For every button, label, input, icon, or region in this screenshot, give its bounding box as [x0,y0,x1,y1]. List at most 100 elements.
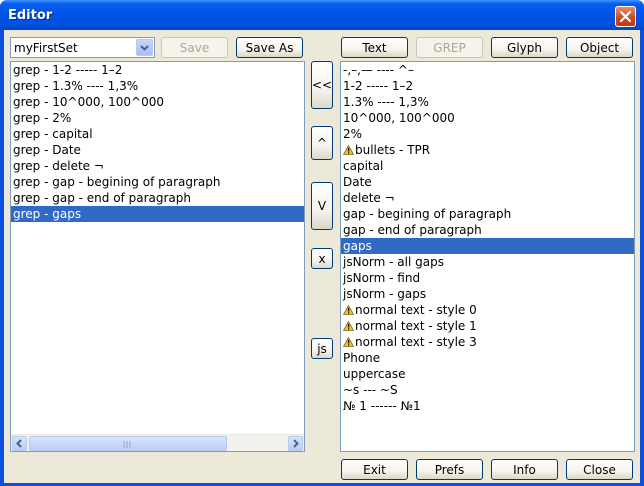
list-item-label: grep - 1-2 ----- 1–2 [13,63,123,77]
list-item-label: 10^000, 100^000 [343,111,455,125]
list-item[interactable]: grep - 10^000, 100^000 [11,94,304,110]
list-item[interactable]: grep - gap - end of paragraph [11,190,304,206]
warning-icon [343,305,354,315]
move-to-set-button[interactable]: << [311,61,333,109]
exit-button[interactable]: Exit [341,459,408,480]
list-item-label: grep - gap - begining of paragraph [13,175,221,189]
list-item-label: delete ¬ [343,191,395,205]
list-item[interactable]: normal text - style 3 [341,334,634,350]
list-item[interactable]: grep - gap - begining of paragraph [11,174,304,190]
list-item[interactable]: normal text - style 1 [341,318,634,334]
list-item[interactable]: jsNorm - gaps [341,286,634,302]
remove-button[interactable]: x [311,248,333,269]
list-item[interactable]: Date [341,174,634,190]
list-item[interactable]: normal text - style 0 [341,302,634,318]
grep-button[interactable]: GREP [416,37,483,58]
list-item[interactable]: gaps [341,238,634,254]
info-button[interactable]: Info [491,459,558,480]
horizontal-scrollbar[interactable] [11,434,304,451]
list-item[interactable]: grep - delete ¬ [11,158,304,174]
list-item[interactable]: grep - 1-2 ----- 1–2 [11,62,304,78]
list-item[interactable]: 1-2 ----- 1–2 [341,78,634,94]
warning-icon [343,321,354,331]
close-button[interactable]: Close [566,459,633,480]
set-queries-list[interactable]: grep - 1-2 ----- 1–2 grep - 1.3% ---- 1,3… [10,61,305,452]
list-item-label: normal text - style 1 [355,319,477,333]
list-item[interactable]: 10^000, 100^000 [341,110,634,126]
list-item[interactable]: capital [341,158,634,174]
warning-icon [343,145,354,155]
list-item-label: jsNorm - gaps [343,287,427,301]
arrow-left-icon [16,439,22,448]
list-item[interactable]: Phone [341,350,634,366]
glyph-button[interactable]: Glyph [491,37,558,58]
list-item[interactable]: grep - gaps [11,206,304,222]
list-item-label: grep - gap - end of paragraph [13,191,191,205]
list-item[interactable]: 1.3% ---- 1,3% [341,94,634,110]
editor-window: Editor myFirstSet Save Save As Text GREP… [0,0,644,486]
available-queries-list[interactable]: -,–,— ---- ^– 1-2 ----- 1–2 1.3% ---- 1,3%… [340,61,635,452]
list-item-label: Phone [343,351,381,365]
list-item[interactable]: jsNorm - all gaps [341,254,634,270]
close-icon [619,10,632,23]
set-select-dropdown-button[interactable] [136,39,153,56]
list-item-label: 1-2 ----- 1–2 [343,79,414,93]
list-item-label: grep - capital [13,127,93,141]
list-item-label: grep - 1.3% ---- 1,3% [13,79,139,93]
window-title: Editor [8,8,53,23]
list-item[interactable]: ~s --- ~S [341,382,634,398]
set-select[interactable]: myFirstSet [10,37,155,58]
window-close-button[interactable] [615,6,636,27]
grip-icon [123,441,131,448]
list-item[interactable]: -,–,— ---- ^– [341,62,634,78]
move-up-button[interactable]: ^ [311,126,333,160]
list-item[interactable]: grep - Date [11,142,304,158]
list-item[interactable]: grep - capital [11,126,304,142]
scroll-left-button[interactable] [12,436,27,451]
list-item-label: capital [343,159,384,173]
list-item-label: jsNorm - all gaps [343,255,444,269]
list-item-label: gaps [343,239,372,253]
list-item-label: jsNorm - find [343,271,421,285]
save-button[interactable]: Save [161,37,228,58]
list-item[interactable]: grep - 2% [11,110,304,126]
prefs-button[interactable]: Prefs [416,459,483,480]
set-select-value: myFirstSet [14,41,78,55]
list-item-label: № 1 ------ №1 [343,399,421,413]
chevron-down-icon [140,45,149,51]
list-item[interactable]: jsNorm - find [341,270,634,286]
list-item[interactable]: grep - 1.3% ---- 1,3% [11,78,304,94]
list-item-label: -,–,— ---- ^– [343,63,414,77]
list-item[interactable]: uppercase [341,366,634,382]
list-item[interactable]: gap - begining of paragraph [341,206,634,222]
text-button[interactable]: Text [341,37,408,58]
list-item-label: bullets - TPR [355,143,431,157]
list-item-label: gap - end of paragraph [343,223,482,237]
move-down-button[interactable]: V [311,182,333,230]
scroll-thumb[interactable] [29,436,227,451]
list-item-label: uppercase [343,367,406,381]
list-item[interactable]: gap - end of paragraph [341,222,634,238]
title-bar[interactable]: Editor [0,0,644,30]
list-item-label: 1.3% ---- 1,3% [343,95,429,109]
list-item[interactable]: bullets - TPR [341,142,634,158]
list-item-label: normal text - style 0 [355,303,477,317]
list-item-label: grep - gaps [13,207,82,221]
scroll-right-button[interactable] [288,436,303,451]
warning-icon [343,337,354,347]
list-item-label: grep - 10^000, 100^000 [13,95,164,109]
list-item[interactable]: 2% [341,126,634,142]
js-button[interactable]: js [311,338,333,359]
object-button[interactable]: Object [566,37,633,58]
list-item-label: ~s --- ~S [343,383,398,397]
list-item-label: normal text - style 3 [355,335,477,349]
list-item[interactable]: delete ¬ [341,190,634,206]
editor-client-area: myFirstSet Save Save As Text GREP Glyph … [4,30,640,483]
save-as-button[interactable]: Save As [236,37,303,58]
list-item-label: grep - 2% [13,111,72,125]
list-item[interactable]: № 1 ------ №1 [341,398,634,414]
list-item-label: grep - Date [13,143,81,157]
list-item-label: Date [343,175,372,189]
available-queries-items: -,–,— ---- ^– 1-2 ----- 1–2 1.3% ---- 1,3%… [341,62,634,414]
list-item-label: 2% [343,127,363,141]
